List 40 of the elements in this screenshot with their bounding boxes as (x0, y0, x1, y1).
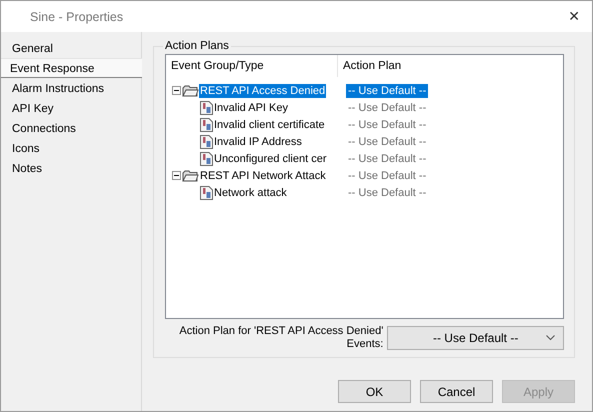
sidebar-item[interactable]: API Key (1, 98, 142, 118)
sidebar-item[interactable]: Alarm Instructions (1, 78, 142, 98)
tree-item[interactable]: Network attack (213, 186, 288, 200)
action-plan-value: -- Use Default -- (347, 152, 428, 166)
folder-icon (182, 84, 199, 96)
column-header[interactable]: Action Plan (338, 55, 558, 77)
folder-icon (182, 170, 199, 182)
tree-item[interactable]: REST API Network Attack (199, 168, 327, 182)
sidebar-item[interactable]: Icons (1, 138, 142, 158)
window-title: Sine - Properties (30, 10, 124, 24)
document-icon (200, 186, 213, 200)
tree-item[interactable]: REST API Access Denied (199, 84, 326, 98)
action-plan-value: -- Use Default -- (347, 100, 428, 114)
tree-item[interactable]: Invalid client certificate (213, 118, 326, 132)
action-plan-dropdown[interactable]: -- Use Default -- (387, 326, 564, 350)
caret-icon (546, 335, 555, 341)
tree-item[interactable]: Invalid IP Address (213, 134, 303, 148)
action-plan-value: -- Use Default -- (347, 168, 428, 182)
action-plan-value: -- Use Default -- (347, 118, 428, 132)
group-title: Action Plans (164, 40, 230, 52)
document-icon (200, 152, 213, 166)
collapse-icon[interactable] (172, 171, 181, 180)
field-label: Action Plan for 'REST API Access Denied' Events: (178, 325, 384, 351)
action-plan-value: -- Use Default -- (346, 84, 428, 98)
dialog-button[interactable]: OK (338, 380, 411, 403)
sidebar-item[interactable]: General (1, 38, 142, 58)
document-icon (200, 118, 213, 132)
collapse-icon[interactable] (172, 86, 181, 95)
tree-item[interactable]: Invalid API Key (213, 100, 289, 114)
document-icon (200, 100, 213, 114)
document-icon (200, 134, 213, 148)
sidebar-item[interactable]: Connections (1, 118, 142, 138)
action-plan-value: -- Use Default -- (347, 134, 428, 148)
tree-item[interactable]: Unconfigured client cer (213, 152, 328, 166)
sidebar-item[interactable]: Notes (1, 158, 142, 178)
column-header[interactable]: Event Group/Type (166, 55, 338, 77)
action-plan-value: -- Use Default -- (347, 186, 428, 200)
close-icon[interactable]: ✕ (568, 8, 580, 25)
dialog-button[interactable]: Cancel (420, 380, 493, 403)
sidebar-item[interactable]: Event Response (1, 58, 142, 78)
